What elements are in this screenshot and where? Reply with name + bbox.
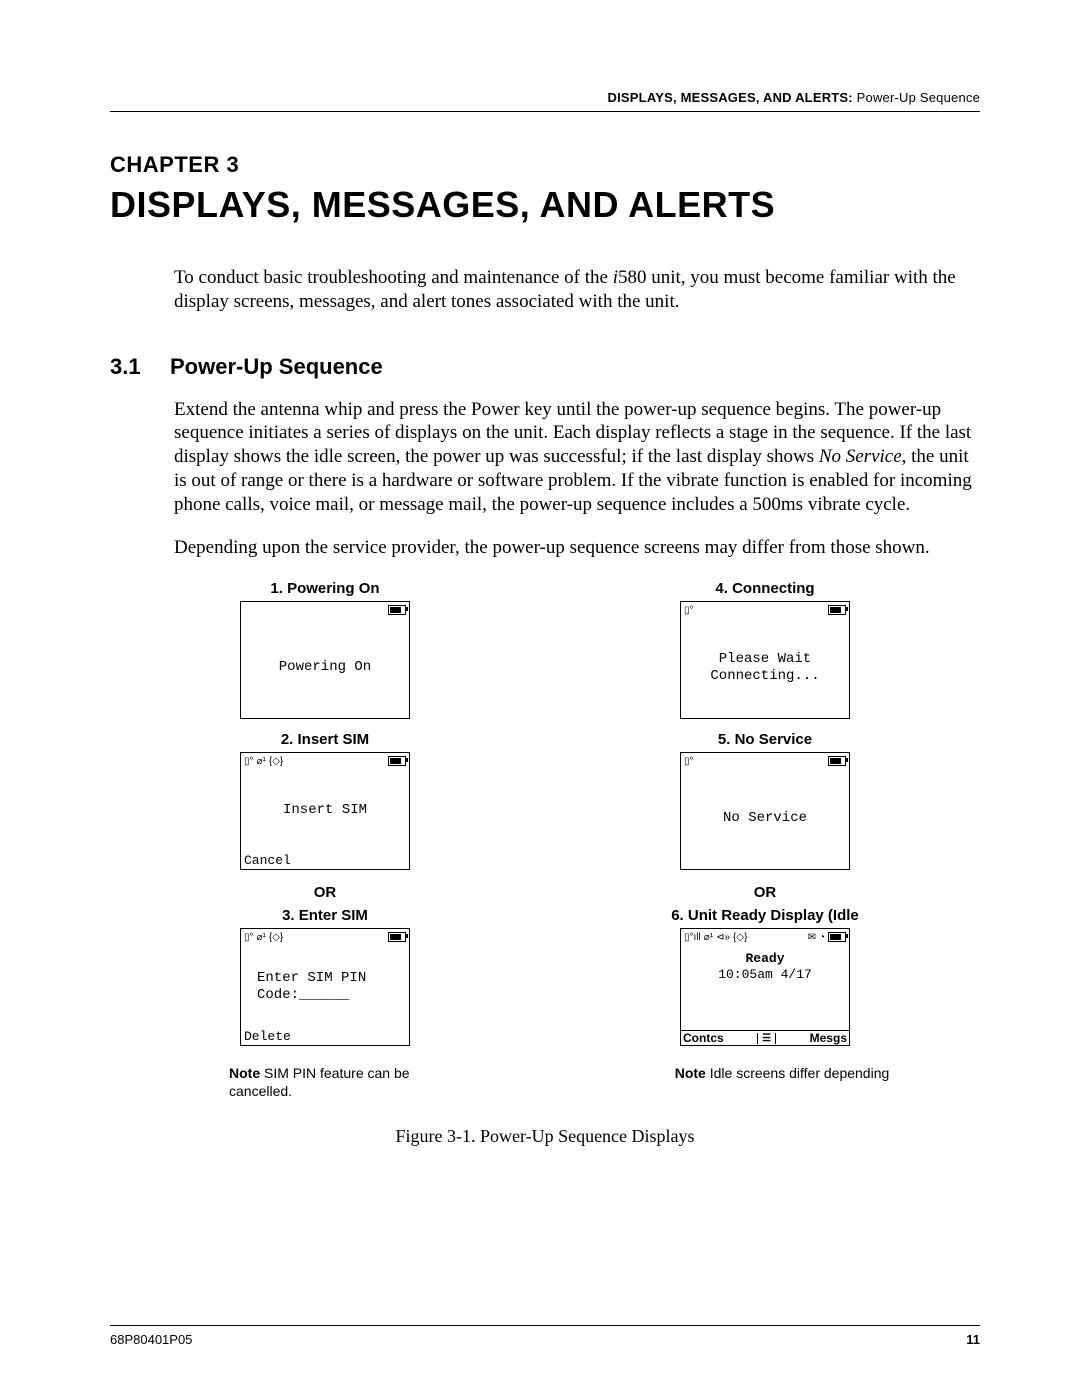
chapter-label: CHAPTER 3	[110, 152, 980, 178]
header-bold: DISPLAYS, MESSAGES, AND ALERTS:	[608, 90, 853, 105]
clock-icon: ◔	[819, 932, 825, 943]
signal-icon: ▯°	[244, 756, 254, 767]
screen-5-block: 5. No Service ▯° No Service	[635, 731, 895, 870]
signal-icon: ▯°	[684, 605, 694, 616]
softkey-messages[interactable]: Mesgs	[810, 1031, 847, 1045]
intro-a: To conduct basic troubleshooting and mai…	[174, 267, 613, 288]
softkey-menu[interactable]: ☰	[757, 1033, 776, 1044]
chapter-title: DISPLAYS, MESSAGES, AND ALERTS	[110, 184, 980, 226]
section-number: 3.1	[110, 354, 170, 380]
screens-area: 1. Powering On Powering On 2. Insert SIM…	[110, 580, 980, 1110]
screen-6: ▯°ıll⌀¹⊲»{◇} ✉◔ Ready 10:05am 4/17 Contc…	[680, 928, 850, 1046]
screen-4-line1: Please Wait	[719, 651, 811, 669]
screen-5-body: No Service	[681, 769, 849, 869]
signal-icon: ▯°	[244, 932, 254, 943]
screen-4-line2: Connecting...	[710, 668, 819, 686]
status-bar: ▯°	[681, 753, 849, 769]
header-rest: Power-Up Sequence	[853, 90, 980, 105]
vibrate-icon: {◇}	[269, 756, 283, 767]
screen-3-line2: Code:______	[257, 987, 349, 1005]
running-header: DISPLAYS, MESSAGES, AND ALERTS: Power-Up…	[110, 90, 980, 112]
screen-6-time: 10:05am 4/17	[718, 967, 812, 983]
status-bar	[241, 602, 409, 618]
intro-paragraph: To conduct basic troubleshooting and mai…	[174, 266, 980, 314]
screen-2-text: Insert SIM	[283, 802, 367, 820]
screen-3: ▯° ⌀¹ {◇} Enter SIM PIN Code:______ Dele…	[240, 928, 410, 1046]
status-bar: ▯°	[681, 602, 849, 618]
section-title: Power-Up Sequence	[170, 354, 383, 379]
screen-4: ▯° Please Wait Connecting...	[680, 601, 850, 719]
p1i: No Service	[819, 446, 902, 467]
screen-6-body: Ready 10:05am 4/17	[681, 945, 849, 1030]
screen-3-title: 3. Enter SIM	[195, 907, 455, 924]
battery-icon	[388, 932, 406, 942]
lock-icon: ⌀¹	[257, 756, 266, 767]
screen-2-title: 2. Insert SIM	[195, 731, 455, 748]
note-text: Idle screens differ depending	[706, 1065, 889, 1081]
battery-icon	[388, 756, 406, 766]
screen-4-body: Please Wait Connecting...	[681, 618, 849, 718]
screen-1: Powering On	[240, 601, 410, 719]
battery-icon	[828, 932, 846, 942]
screen-6-ready: Ready	[745, 951, 784, 967]
note-label: Note	[675, 1065, 706, 1081]
figure-caption: Figure 3-1. Power-Up Sequence Displays	[110, 1126, 980, 1147]
screen-3-body: Enter SIM PIN Code:______	[241, 945, 409, 1029]
screen-5-text: No Service	[723, 810, 807, 828]
softkey-delete[interactable]: Delete	[244, 1029, 291, 1044]
note-left: Note SIM PIN feature can be cancelled.	[229, 1064, 455, 1100]
left-column: 1. Powering On Powering On 2. Insert SIM…	[195, 580, 455, 1110]
signal-icon: ▯°	[684, 756, 694, 767]
paragraph-1: Extend the antenna whip and press the Po…	[174, 398, 980, 517]
screen-4-block: 4. Connecting ▯° Please Wait Connecting.…	[635, 580, 895, 719]
or-label: OR	[754, 884, 777, 901]
footer: 68P80401P05 11	[110, 1325, 980, 1347]
note-right: Note Idle screens differ depending	[675, 1064, 890, 1082]
softkey-row: Contcs ☰ Mesgs	[681, 1030, 849, 1045]
screen-1-text: Powering On	[279, 659, 371, 677]
status-bar: ▯° ⌀¹ {◇}	[241, 753, 409, 769]
screen-6-block: 6. Unit Ready Display (Idle ▯°ıll⌀¹⊲»{◇}…	[635, 907, 895, 1046]
vibrate-icon: {◇}	[733, 932, 747, 943]
screen-6-title: 6. Unit Ready Display (Idle	[635, 907, 895, 924]
vibrate-icon: {◇}	[269, 932, 283, 943]
mail-icon: ✉	[808, 932, 816, 943]
screen-2-block: 2. Insert SIM ▯° ⌀¹ {◇} Insert SIM Cance…	[195, 731, 455, 870]
signal-bars-icon: ▯°ıll	[684, 932, 701, 943]
screen-4-title: 4. Connecting	[635, 580, 895, 597]
paragraph-2: Depending upon the service provider, the…	[174, 536, 980, 560]
softkey-row: Delete	[241, 1029, 409, 1045]
section-heading: 3.1Power-Up Sequence	[110, 354, 980, 380]
battery-icon	[388, 605, 406, 615]
lock-icon: ⌀¹	[257, 932, 266, 943]
lock-icon: ⌀¹	[704, 932, 713, 943]
status-bar: ▯° ⌀¹ {◇}	[241, 929, 409, 945]
battery-icon	[828, 756, 846, 766]
screen-5-title: 5. No Service	[635, 731, 895, 748]
screen-1-title: 1. Powering On	[195, 580, 455, 597]
right-column: 4. Connecting ▯° Please Wait Connecting.…	[635, 580, 895, 1110]
speaker-icon: ⊲»	[716, 932, 730, 943]
softkey-row: Cancel	[241, 853, 409, 869]
screen-2: ▯° ⌀¹ {◇} Insert SIM Cancel	[240, 752, 410, 870]
doc-number: 68P80401P05	[110, 1332, 192, 1347]
screen-3-block: 3. Enter SIM ▯° ⌀¹ {◇} Enter SIM PIN Cod…	[195, 907, 455, 1046]
screen-2-body: Insert SIM	[241, 769, 409, 853]
battery-icon	[828, 605, 846, 615]
status-bar: ▯°ıll⌀¹⊲»{◇} ✉◔	[681, 929, 849, 945]
softkey-cancel[interactable]: Cancel	[244, 853, 291, 868]
screen-3-line1: Enter SIM PIN	[257, 970, 366, 988]
screen-1-block: 1. Powering On Powering On	[195, 580, 455, 719]
screen-5: ▯° No Service	[680, 752, 850, 870]
softkey-contacts[interactable]: Contcs	[683, 1031, 724, 1045]
screen-1-body: Powering On	[241, 618, 409, 718]
note-label: Note	[229, 1065, 260, 1081]
or-label: OR	[314, 884, 337, 901]
page: DISPLAYS, MESSAGES, AND ALERTS: Power-Up…	[0, 0, 1080, 1397]
page-number: 11	[966, 1332, 980, 1347]
